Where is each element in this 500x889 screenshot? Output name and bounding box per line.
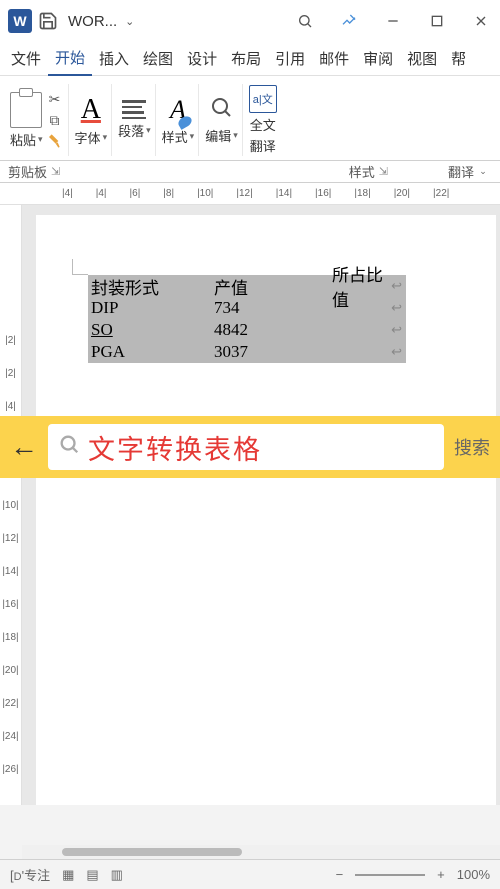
menu-draw[interactable]: 绘图 xyxy=(136,42,180,76)
ruler-vertical[interactable]: |2||2||4| |6||8||10| |12||14||16| |18||2… xyxy=(0,205,22,805)
search-text: 文字转换表格 xyxy=(88,428,262,467)
scrollbar-horizontal[interactable] xyxy=(22,845,500,859)
copy-icon[interactable]: ⧉ xyxy=(46,111,64,129)
back-arrow-icon[interactable]: ← xyxy=(10,431,38,463)
zoom-out-button[interactable]: − xyxy=(336,867,344,882)
search-box[interactable]: 文字转换表格 xyxy=(48,424,444,470)
statusbar: [D'专注 ▦ ▤ ▥ − + 100% xyxy=(0,859,500,889)
title-dropdown-icon[interactable]: ⌄ xyxy=(125,15,134,28)
clipboard-group-label[interactable]: 剪贴板 ⇲ xyxy=(8,162,60,181)
paragraph-button[interactable]: 段落▾ xyxy=(118,100,151,140)
table-cell: ↩ xyxy=(332,344,406,360)
table-header: 产值 xyxy=(214,274,332,299)
ruler-horizontal[interactable]: |4| |4| |6| |8| |10| |12| |14| |16| |18|… xyxy=(0,183,500,205)
ribbon-group-font: A 字体▾ xyxy=(71,84,113,156)
search-icon xyxy=(58,433,80,461)
selected-text-block[interactable]: 封装形式 产值 所占比值↩ DIP 734 ↩ SO 4842 ↩ PGA 30… xyxy=(88,275,406,363)
document-page[interactable]: 封装形式 产值 所占比值↩ DIP 734 ↩ SO 4842 ↩ PGA 30… xyxy=(36,215,496,805)
close-button[interactable] xyxy=(470,10,492,32)
zoom-in-button[interactable]: + xyxy=(437,867,445,882)
clipboard-icon xyxy=(10,92,42,128)
ribbon-group-edit: 编辑▾ xyxy=(201,84,243,156)
document-area: |2||2||4| |6||8||10| |12||14||16| |18||2… xyxy=(0,205,500,805)
table-header: 封装形式 xyxy=(88,274,214,299)
search-overlay: ← 文字转换表格 搜索 xyxy=(0,416,500,478)
translate-icon: a|文 xyxy=(249,85,277,113)
styles-group-label[interactable]: 样式 ⇲ xyxy=(349,162,388,181)
search-icon[interactable] xyxy=(294,10,316,32)
menu-design[interactable]: 设计 xyxy=(180,42,224,76)
translate-group-label: 翻译 xyxy=(448,162,474,181)
styles-button[interactable]: A 样式▾ xyxy=(162,95,195,146)
mic-pen-icon[interactable] xyxy=(338,10,360,32)
table-cell: DIP xyxy=(88,298,214,318)
maximize-button[interactable] xyxy=(426,10,448,32)
ribbon: 粘贴▾ ✂ ⧉ A 字体▾ 段落▾ xyxy=(0,76,500,161)
search-edit-icon xyxy=(209,95,233,124)
document-title[interactable]: WOR... xyxy=(68,13,117,30)
table-cell: ↩ xyxy=(332,300,406,316)
return-icon: ↩ xyxy=(391,344,406,360)
minimize-button[interactable] xyxy=(382,10,404,32)
menubar: 文件 开始 插入 绘图 设计 布局 引用 邮件 审阅 视图 帮 xyxy=(0,42,500,76)
paste-button[interactable]: 粘贴▾ xyxy=(10,92,43,149)
ribbon-collapse-icon[interactable]: ⌄ xyxy=(474,166,492,177)
ribbon-group-clipboard: 粘贴▾ ✂ ⧉ xyxy=(6,84,69,156)
return-icon: ↩ xyxy=(391,322,406,338)
zoom-slider[interactable] xyxy=(355,874,425,876)
font-button[interactable]: A 字体▾ xyxy=(75,94,108,147)
ribbon-group-paragraph: 段落▾ xyxy=(114,84,156,156)
styles-icon: A xyxy=(170,95,186,125)
menu-mailings[interactable]: 邮件 xyxy=(312,42,356,76)
menu-review[interactable]: 审阅 xyxy=(356,42,400,76)
menu-layout[interactable]: 布局 xyxy=(224,42,268,76)
view-mode-icon[interactable]: ▦ xyxy=(62,867,74,883)
launcher-icon[interactable]: ⇲ xyxy=(51,165,60,178)
cut-icon[interactable]: ✂ xyxy=(46,90,64,108)
view-mode-icon[interactable]: ▥ xyxy=(111,867,123,883)
save-icon[interactable] xyxy=(38,11,58,31)
ribbon-group-labels: 剪贴板 ⇲ 样式 ⇲ 翻译 ⌄ xyxy=(0,161,500,183)
table-cell: 734 xyxy=(214,298,332,318)
table-cell: ↩ xyxy=(332,322,406,338)
menu-view[interactable]: 视图 xyxy=(400,42,444,76)
menu-file[interactable]: 文件 xyxy=(4,42,48,76)
menu-home[interactable]: 开始 xyxy=(48,42,92,76)
translate-button[interactable]: a|文 全文 翻译 xyxy=(249,85,277,155)
ribbon-group-translate: a|文 全文 翻译 xyxy=(245,84,281,156)
table-cell: 3037 xyxy=(214,342,332,362)
edit-button[interactable]: 编辑▾ xyxy=(205,95,238,145)
scroll-thumb[interactable] xyxy=(62,848,242,856)
titlebar: W WOR... ⌄ xyxy=(0,0,500,42)
return-icon: ↩ xyxy=(391,300,406,316)
table-cell: 4842 xyxy=(214,320,332,340)
return-icon: ↩ xyxy=(391,278,406,294)
paragraph-icon xyxy=(122,100,146,119)
table-cell: SO xyxy=(88,320,214,340)
format-painter-icon[interactable] xyxy=(46,132,64,150)
font-icon: A xyxy=(81,94,101,126)
view-mode-icon[interactable]: ▤ xyxy=(86,867,98,883)
table-cell: PGA xyxy=(88,342,214,362)
menu-insert[interactable]: 插入 xyxy=(92,42,136,76)
menu-references[interactable]: 引用 xyxy=(268,42,312,76)
zoom-level[interactable]: 100% xyxy=(457,867,490,882)
focus-mode-button[interactable]: [D'专注 xyxy=(10,865,50,884)
search-button[interactable]: 搜索 xyxy=(454,434,490,460)
margin-marker xyxy=(72,259,88,275)
word-app-icon: W xyxy=(8,9,32,33)
launcher-icon[interactable]: ⇲ xyxy=(379,165,388,178)
ribbon-group-styles: A 样式▾ xyxy=(158,84,200,156)
menu-more[interactable]: 帮 xyxy=(444,42,473,76)
